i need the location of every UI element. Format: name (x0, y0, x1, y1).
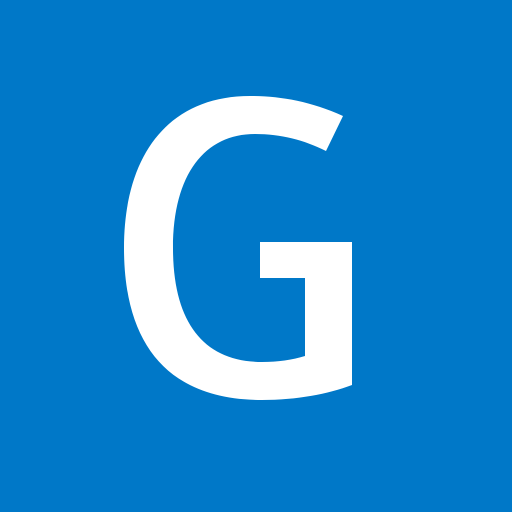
letter-g-glyph (124, 96, 352, 400)
letter-tile-icon: G (0, 0, 512, 512)
letter-g-shape (124, 96, 352, 400)
